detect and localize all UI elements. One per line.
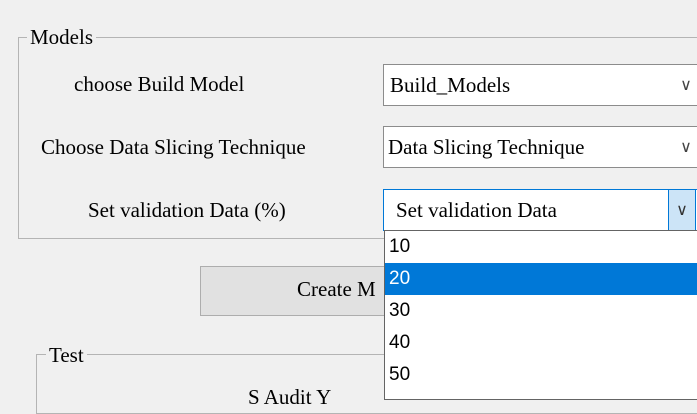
build-model-value: Build_Models — [390, 73, 511, 97]
validation-data-label: Set validation Data (%) — [88, 198, 286, 222]
slicing-technique-value: Data Slicing Technique — [388, 135, 585, 159]
validation-data-combo[interactable]: Set validation Data ∨ — [383, 189, 697, 231]
validation-data-value: Set validation Data — [396, 198, 557, 222]
chevron-down-icon: ∨ — [676, 200, 688, 219]
models-group-title: Models — [27, 25, 96, 49]
validation-dropdown-list[interactable]: 10 20 30 40 50 — [384, 230, 697, 400]
audit-label-partial: S Audit Y — [248, 385, 332, 409]
test-group-title: Test — [46, 343, 87, 367]
build-model-label: choose Build Model — [74, 72, 245, 96]
slicing-technique-combo[interactable]: Data Slicing Technique ∨ — [383, 126, 697, 168]
chevron-down-icon[interactable]: ∨ — [674, 135, 697, 159]
create-model-button[interactable]: Create M — [200, 266, 400, 316]
create-model-button-label: Create M — [297, 277, 376, 301]
dropdown-option[interactable]: 30 — [385, 295, 697, 327]
chevron-down-icon[interactable]: ∨ — [674, 73, 697, 97]
dropdown-option[interactable]: 40 — [385, 327, 697, 359]
dropdown-option[interactable]: 10 — [385, 231, 697, 263]
dropdown-option-selected[interactable]: 20 — [385, 263, 697, 295]
dropdown-option[interactable]: 50 — [385, 359, 697, 391]
build-model-combo[interactable]: Build_Models ∨ — [383, 64, 697, 106]
slicing-technique-label: Choose Data Slicing Technique — [41, 135, 306, 159]
dropdown-button[interactable]: ∨ — [668, 189, 696, 231]
